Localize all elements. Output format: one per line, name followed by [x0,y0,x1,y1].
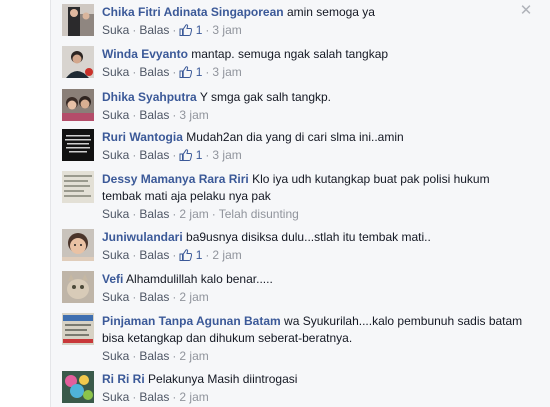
like-count[interactable]: 1 [179,248,202,262]
separator: · [172,207,177,221]
timestamp[interactable]: 3 jam [179,108,208,122]
separator: · [132,248,137,262]
comment-actions: Suka · Balas · 1 · 2 jam [102,247,527,263]
avatar[interactable] [62,229,94,261]
avatar[interactable] [62,271,94,303]
timestamp[interactable]: 2 jam [179,390,208,404]
like-button[interactable]: Suka [102,290,129,304]
comment-text: Alhamdulillah kalo benar..... [126,272,273,286]
comment-text: Mudah2an dia yang di cari slma ini..amin [186,130,404,144]
like-button[interactable]: Suka [102,390,129,404]
like-count[interactable]: 1 [179,23,202,37]
comment-actions: Suka · Balas · 2 jam [102,289,527,305]
commenter-name[interactable]: Dessy Mamanya Rara Riri [102,172,249,186]
avatar[interactable] [62,4,94,36]
separator: · [172,148,177,162]
commenter-name[interactable]: Ri Ri Ri [102,372,145,386]
separator: · [132,207,137,221]
comment-actions: Suka · Balas · 1 · 3 jam [102,22,527,38]
separator: · [172,349,177,363]
avatar[interactable] [62,46,94,78]
commenter-name[interactable]: Chika Fitri Adinata Singaporean [102,5,284,19]
separator: · [132,108,137,122]
separator: · [205,23,210,37]
like-button[interactable]: Suka [102,148,129,162]
like-button[interactable]: Suka [102,108,129,122]
avatar[interactable] [62,371,94,403]
timestamp[interactable]: 3 jam [212,148,241,162]
reply-button[interactable]: Balas [139,390,169,404]
separator: · [172,390,177,404]
timestamp[interactable]: 2 jam [179,207,208,221]
edited-label[interactable]: Telah disunting [219,207,299,221]
thumbs-up-icon [179,24,193,36]
comment-actions: Suka · Balas · 3 jam [102,107,527,123]
avatar[interactable] [62,129,94,161]
reply-button[interactable]: Balas [139,108,169,122]
thumbs-up-icon [179,249,193,261]
separator: · [205,65,210,79]
separator: · [132,65,137,79]
timestamp[interactable]: 2 jam [179,290,208,304]
thumbs-up-icon [179,66,193,78]
reply-button[interactable]: Balas [139,148,169,162]
comment-actions: Suka · Balas · 2 jam · Telah disunting [102,206,527,222]
comment-actions: Suka · Balas · 2 jam [102,348,527,364]
commenter-name[interactable]: Winda Evyanto [102,47,188,61]
comment-text: ba9usnya disiksa dulu...stlah itu tembak… [186,230,431,244]
separator: · [132,290,137,304]
comment-text: Y smga gak salh tangkp. [199,90,332,104]
separator: · [205,148,210,162]
timestamp[interactable]: 2 jam [179,349,208,363]
reply-button[interactable]: Balas [139,349,169,363]
timestamp[interactable]: 3 jam [212,23,241,37]
separator: · [211,207,216,221]
separator: · [172,23,177,37]
separator: · [132,23,137,37]
commenter-name[interactable]: Ruri Wantogia [102,130,183,144]
reply-button[interactable]: Balas [139,290,169,304]
avatar[interactable] [62,89,94,121]
separator: · [172,248,177,262]
comment-actions: Suka · Balas · 1 · 3 jam [102,64,527,80]
comment-text: Pelakunya Masih diintrogasi [148,372,298,386]
comment-text: amin semoga ya [286,5,375,19]
reply-button[interactable]: Balas [139,248,169,262]
avatar[interactable] [62,313,94,345]
like-button[interactable]: Suka [102,248,129,262]
like-button[interactable]: Suka [102,23,129,37]
timestamp[interactable]: 2 jam [212,248,241,262]
commenter-name[interactable]: Pinjaman Tanpa Agunan Batam [102,314,281,328]
separator: · [132,390,137,404]
commenter-name[interactable]: Juniwulandari [102,230,183,244]
separator: · [205,248,210,262]
like-button[interactable]: Suka [102,349,129,363]
timestamp[interactable]: 3 jam [212,65,241,79]
separator: · [172,108,177,122]
like-button[interactable]: Suka [102,65,129,79]
commenter-name[interactable]: Dhika Syahputra [102,90,197,104]
like-count[interactable]: 1 [179,65,202,79]
like-button[interactable]: Suka [102,207,129,221]
reply-button[interactable]: Balas [139,207,169,221]
reply-button[interactable]: Balas [139,23,169,37]
reply-button[interactable]: Balas [139,65,169,79]
left-sidebar-strip [0,0,51,407]
avatar[interactable] [62,171,94,203]
comment-actions: Suka · Balas · 1 · 3 jam [102,147,527,163]
comment-text: mantap. semuga ngak salah tangkap [191,47,389,61]
thumbs-up-icon [179,149,193,161]
separator: · [172,290,177,304]
commenter-name[interactable]: Vefi [102,272,123,286]
like-count[interactable]: 1 [179,148,202,162]
separator: · [172,65,177,79]
separator: · [132,349,137,363]
separator: · [132,148,137,162]
comment-actions: Suka · Balas · 2 jam [102,389,527,405]
